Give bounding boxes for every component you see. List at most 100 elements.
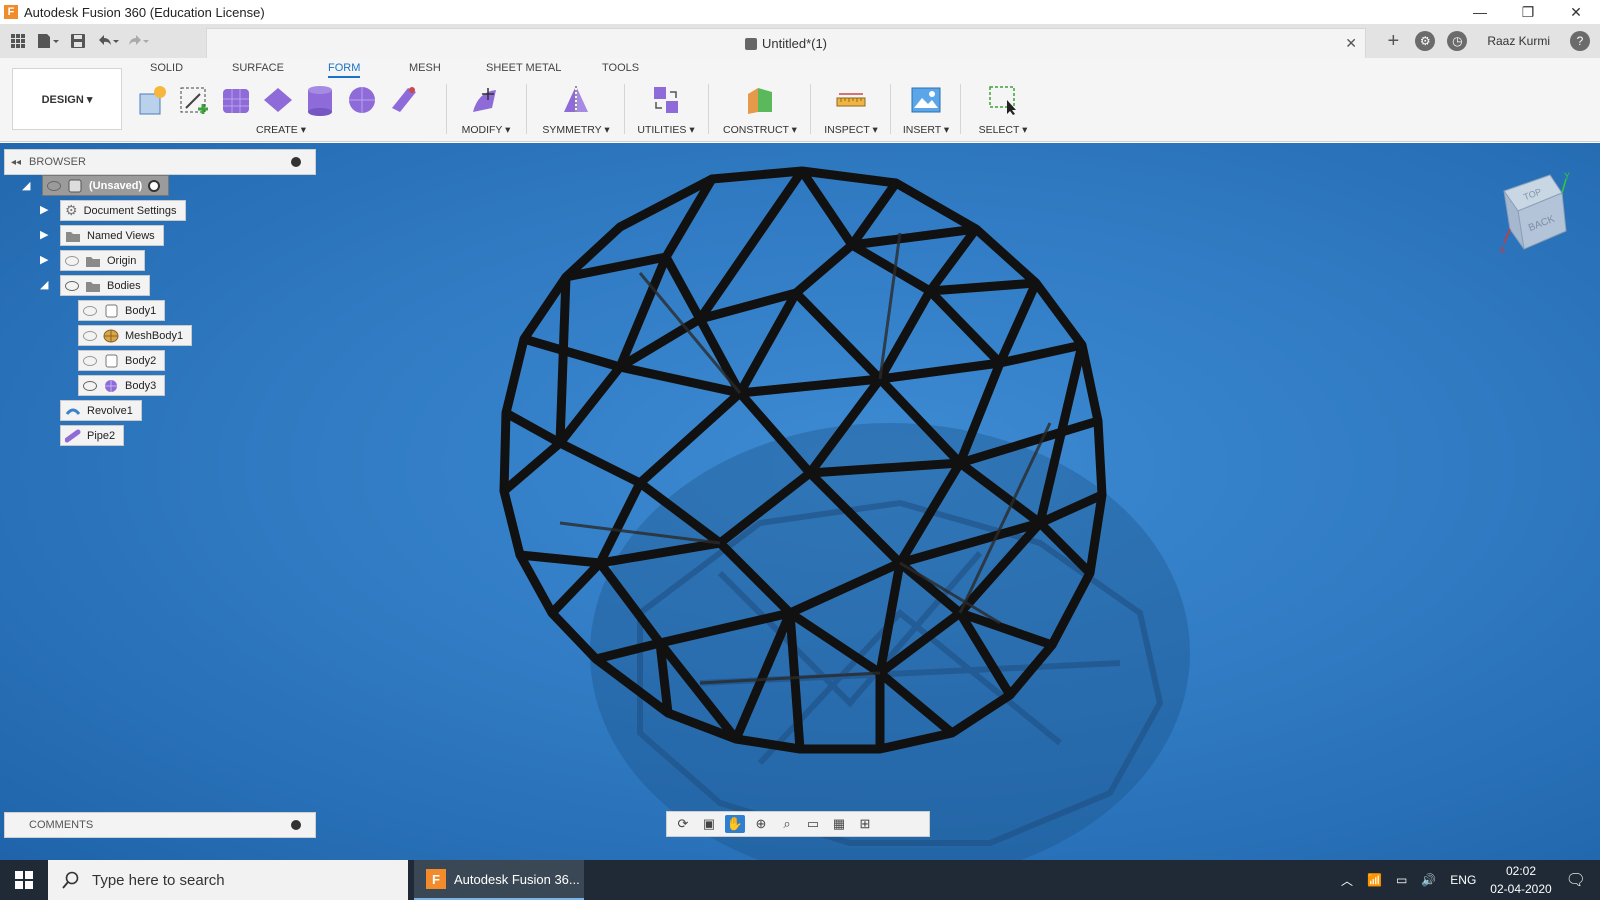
undo-icon[interactable] bbox=[96, 29, 120, 53]
data-panel-grid-icon[interactable] bbox=[6, 29, 30, 53]
quadball-form-icon[interactable] bbox=[388, 84, 420, 116]
tree-item-root[interactable]: (Unsaved) bbox=[42, 175, 170, 196]
box-form-icon[interactable] bbox=[220, 84, 252, 116]
pipe-feature-icon bbox=[65, 429, 81, 442]
windows-start-icon[interactable] bbox=[0, 860, 48, 900]
create-sketch-icon[interactable] bbox=[178, 84, 210, 116]
expand-icon[interactable]: ▶ bbox=[40, 253, 48, 266]
add-comment-icon[interactable] bbox=[291, 820, 301, 830]
network-wifi-icon[interactable]: 📶 bbox=[1367, 873, 1382, 887]
look-at-icon[interactable]: ▣ bbox=[699, 815, 719, 833]
tree-item-meshbody1[interactable]: MeshBody1 bbox=[78, 325, 193, 346]
minimize-button[interactable]: — bbox=[1456, 0, 1504, 24]
symmetry-group-label[interactable]: SYMMETRY ▾ bbox=[534, 124, 618, 136]
visibility-eye-icon[interactable] bbox=[83, 355, 97, 366]
file-menu-icon[interactable] bbox=[36, 29, 60, 53]
system-clock[interactable]: 02:02 02-04-2020 bbox=[1490, 862, 1551, 898]
insert-group-label[interactable]: INSERT ▾ bbox=[898, 124, 954, 136]
browser-panel-header[interactable]: ◂◂ BROWSER bbox=[4, 149, 316, 175]
construct-group-label[interactable]: CONSTRUCT ▾ bbox=[716, 124, 804, 136]
cylinder-form-icon[interactable] bbox=[304, 84, 336, 116]
close-window-button[interactable]: ✕ bbox=[1552, 0, 1600, 24]
fit-zoom-icon[interactable]: ⌕ bbox=[777, 815, 797, 833]
save-icon[interactable] bbox=[66, 29, 90, 53]
collapse-root-icon[interactable]: ◢ bbox=[22, 179, 30, 192]
job-status-clock-icon[interactable]: ◷ bbox=[1447, 31, 1468, 51]
tree-item-pipe2[interactable]: Pipe2 bbox=[60, 425, 125, 446]
visibility-eye-icon[interactable] bbox=[83, 380, 97, 391]
zoom-icon[interactable]: ⊕ bbox=[751, 815, 771, 833]
visibility-eye-icon[interactable] bbox=[65, 255, 79, 266]
comments-panel-header[interactable]: COMMENTS bbox=[4, 812, 316, 838]
pan-hand-icon[interactable]: ✋ bbox=[725, 815, 745, 833]
3d-viewport[interactable]: ◂◂ BROWSER ◢ (Unsaved) ▶ ⚙ Document Sett… bbox=[0, 143, 1600, 860]
symmetry-icon[interactable] bbox=[560, 84, 592, 116]
workspace-switcher[interactable]: DESIGN ▾ bbox=[12, 68, 122, 130]
utilities-group-label[interactable]: UTILITIES ▾ bbox=[630, 124, 702, 136]
tab-form[interactable]: FORM bbox=[328, 62, 361, 78]
measure-icon[interactable] bbox=[835, 84, 867, 116]
volume-icon[interactable]: 🔊 bbox=[1421, 873, 1436, 887]
browser-pin-icon[interactable] bbox=[291, 157, 301, 167]
modify-form-icon[interactable] bbox=[470, 84, 502, 116]
tab-tools[interactable]: TOOLS bbox=[602, 62, 639, 74]
tab-sheet-metal[interactable]: SHEET METAL bbox=[486, 62, 561, 74]
tree-item-body3[interactable]: Body3 bbox=[78, 375, 166, 396]
insert-image-icon[interactable] bbox=[910, 84, 942, 116]
sphere-form-icon[interactable] bbox=[346, 84, 378, 116]
fusion-app-icon: F bbox=[4, 5, 18, 19]
tree-item-document-settings[interactable]: ⚙ Document Settings bbox=[60, 200, 186, 221]
taskbar-app-fusion[interactable]: F Autodesk Fusion 36... bbox=[414, 860, 584, 900]
modify-group: MODIFY ▾ bbox=[454, 80, 518, 138]
expand-icon[interactable]: ▶ bbox=[40, 228, 48, 241]
new-tab-plus-icon[interactable]: + bbox=[1383, 30, 1403, 52]
visibility-eye-icon[interactable] bbox=[83, 330, 97, 341]
lattice-sphere-model bbox=[499, 166, 1190, 860]
help-icon[interactable]: ? bbox=[1570, 31, 1590, 51]
tree-item-body2[interactable]: Body2 bbox=[78, 350, 166, 371]
tree-item-bodies[interactable]: Bodies bbox=[60, 275, 150, 296]
construct-plane-icon[interactable] bbox=[744, 84, 776, 116]
create-form-icon[interactable] bbox=[136, 84, 168, 116]
viewports-icon[interactable]: ⊞ bbox=[855, 815, 875, 833]
tree-item-body1[interactable]: Body1 bbox=[78, 300, 166, 321]
tab-surface[interactable]: SURFACE bbox=[232, 62, 284, 74]
create-group-label[interactable]: CREATE ▾ bbox=[136, 124, 442, 136]
ribbon-separator bbox=[624, 84, 625, 134]
tab-solid[interactable]: SOLID bbox=[150, 62, 183, 74]
orbit-icon[interactable]: ⟳ bbox=[673, 815, 693, 833]
document-tab[interactable]: Untitled*(1) ✕ bbox=[206, 28, 1366, 58]
close-document-icon[interactable]: ✕ bbox=[1345, 35, 1357, 52]
tree-item-label: Body3 bbox=[125, 379, 157, 392]
action-center-icon[interactable]: 🗨 bbox=[1566, 870, 1586, 890]
extensions-icon[interactable]: ⚙ bbox=[1415, 31, 1436, 51]
tab-mesh[interactable]: MESH bbox=[409, 62, 441, 74]
select-window-icon[interactable] bbox=[987, 84, 1019, 116]
view-cube[interactable]: TOP BACK X Y bbox=[1500, 169, 1580, 259]
redo-icon[interactable] bbox=[126, 29, 150, 53]
tree-item-named-views[interactable]: Named Views bbox=[60, 225, 164, 246]
tree-item-revolve1[interactable]: Revolve1 bbox=[60, 400, 142, 421]
display-settings-icon[interactable]: ▭ bbox=[803, 815, 823, 833]
modify-group-label[interactable]: MODIFY ▾ bbox=[454, 124, 518, 136]
visibility-eye-icon[interactable] bbox=[83, 305, 97, 316]
collapse-icon[interactable]: ◢ bbox=[40, 278, 48, 291]
visibility-eye-icon[interactable] bbox=[65, 280, 79, 291]
user-account[interactable]: Raaz Kurmi bbox=[1487, 34, 1550, 48]
inspect-group-label[interactable]: INSPECT ▾ bbox=[818, 124, 884, 136]
visibility-eye-icon[interactable] bbox=[47, 180, 61, 191]
tree-item-label: Body1 bbox=[125, 304, 157, 317]
activate-radio-icon[interactable] bbox=[148, 179, 161, 192]
grid-settings-icon[interactable]: ▦ bbox=[829, 815, 849, 833]
restore-button[interactable]: ❐ bbox=[1504, 0, 1552, 24]
show-hidden-icons-chevron-icon[interactable]: ︿ bbox=[1341, 872, 1353, 889]
select-group-label[interactable]: SELECT ▾ bbox=[968, 124, 1038, 136]
plane-form-icon[interactable] bbox=[262, 84, 294, 116]
language-indicator[interactable]: ENG bbox=[1450, 873, 1476, 887]
collapse-browser-icon[interactable]: ◂◂ bbox=[11, 157, 21, 168]
taskbar-search-box[interactable]: Type here to search bbox=[48, 860, 408, 900]
utilities-icon[interactable] bbox=[650, 84, 682, 116]
expand-icon[interactable]: ▶ bbox=[40, 203, 48, 216]
battery-icon[interactable]: ▭ bbox=[1396, 873, 1407, 887]
tree-item-origin[interactable]: Origin bbox=[60, 250, 146, 271]
